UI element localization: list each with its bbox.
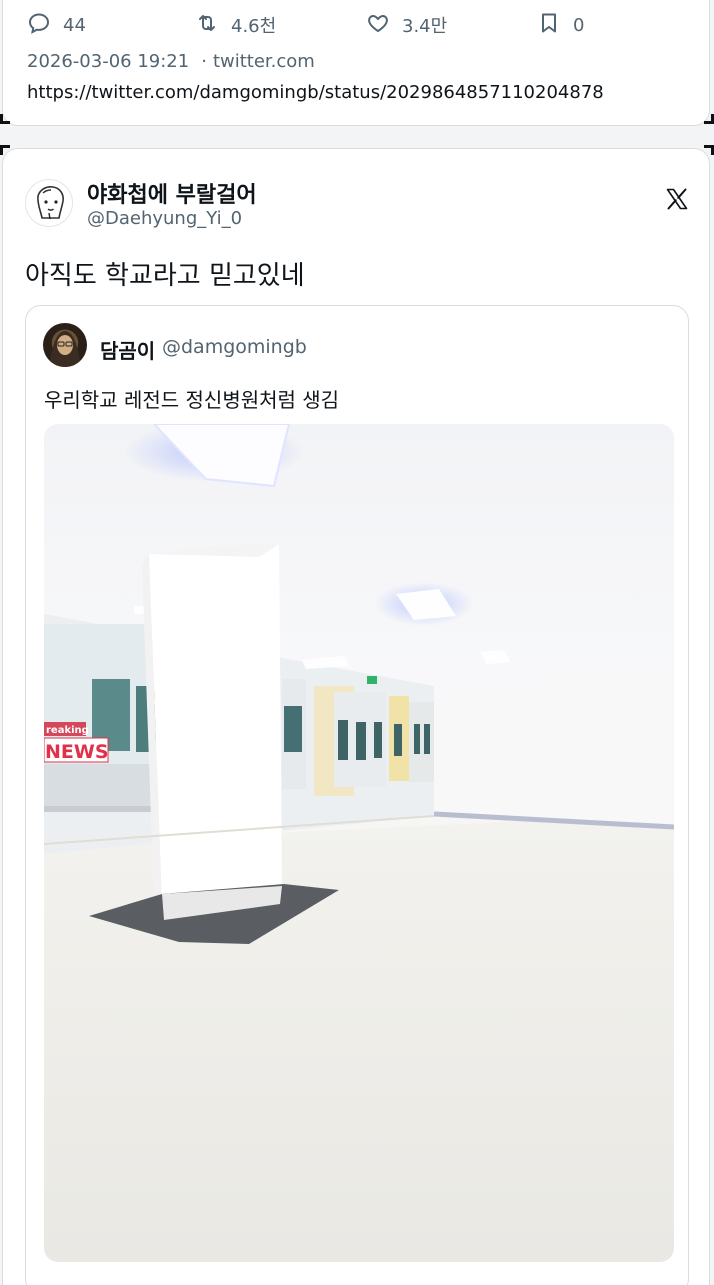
tweet-url[interactable]: https://twitter.com/damgomingb/status/20… <box>27 82 604 103</box>
retweet-count: 4.6천 <box>231 16 277 37</box>
tweet-text: 아직도 학교라고 믿고있네 <box>25 261 305 291</box>
news-badge-top: reaking <box>46 725 89 736</box>
hallway-photo: reaking NEWS <box>44 424 674 1262</box>
source-link[interactable]: twitter.com <box>213 51 315 72</box>
tweet-card[interactable]: 야화첩에 부랄걸어 @Daehyung_Yi_0 아직도 학교라고 믿고있네 담… <box>2 148 710 1285</box>
bookmark-count: 0 <box>573 14 585 36</box>
quoted-tweet[interactable]: 담곰이 @damgomingb 우리학교 레전드 정신병원처럼 생김 reaki… <box>25 305 689 1285</box>
like-count: 3.4만 <box>402 16 448 37</box>
tweet-meta: 2026-03-06 19:21 · twitter.com <box>27 51 315 72</box>
quoted-display-name[interactable]: 담곰이 <box>100 335 155 364</box>
corner-mark <box>704 114 714 124</box>
quoted-tweet-text: 우리학교 레전드 정신병원처럼 생김 <box>44 388 340 412</box>
bookmark-button[interactable]: 0 <box>537 10 584 40</box>
retweet-icon <box>195 11 231 40</box>
quoted-avatar[interactable] <box>43 323 87 367</box>
timestamp: 2026-03-06 19:21 <box>27 51 190 72</box>
tweet-actions: 44 4.6천 3.4만 0 <box>27 10 687 40</box>
reply-count: 44 <box>63 14 86 36</box>
like-button[interactable]: 3.4만 <box>366 10 447 40</box>
bookmark-icon <box>537 11 573 40</box>
display-name[interactable]: 야화첩에 부랄걸어 <box>87 177 257 209</box>
separator-dot: · <box>201 51 207 72</box>
x-logo-icon[interactable] <box>665 187 689 211</box>
reply-icon <box>27 11 63 40</box>
quoted-user-handle[interactable]: @damgomingb <box>162 336 307 358</box>
user-handle[interactable]: @Daehyung_Yi_0 <box>87 208 242 229</box>
heart-icon <box>366 11 402 40</box>
corner-mark <box>0 114 10 124</box>
reply-button[interactable]: 44 <box>27 10 86 40</box>
quoted-media-image[interactable]: reaking NEWS <box>44 424 674 1262</box>
retweet-button[interactable]: 4.6천 <box>195 10 276 40</box>
news-badge-bottom: NEWS <box>45 741 109 763</box>
previous-tweet-card: 44 4.6천 3.4만 0 2026-03-06 19:21 · twitter.… <box>2 0 710 126</box>
avatar[interactable] <box>25 179 73 227</box>
